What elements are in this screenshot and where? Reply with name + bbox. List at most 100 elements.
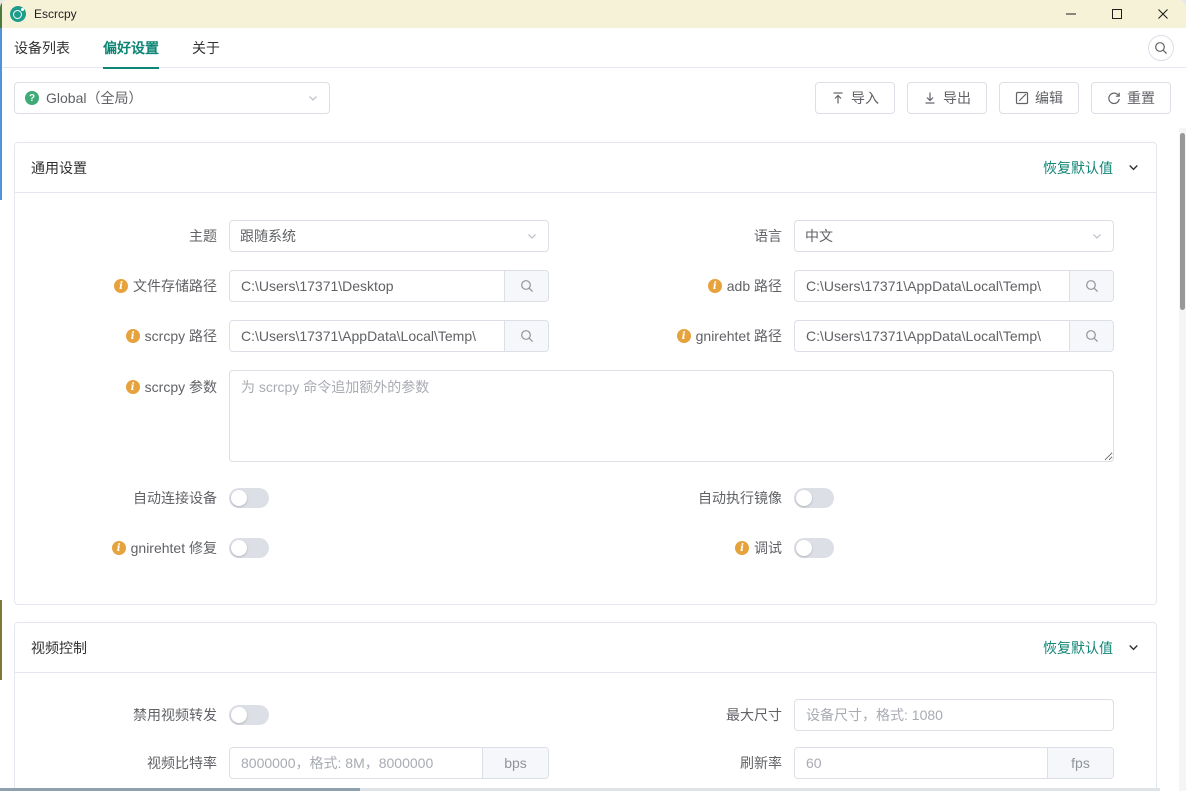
- scrcpy-args-label: scrcpy 参数: [15, 377, 229, 397]
- auto-connect-label: 自动连接设备: [15, 488, 229, 508]
- file-path-browse-button[interactable]: [504, 271, 548, 301]
- toggle-knob: [796, 540, 812, 556]
- scrollbar-thumb[interactable]: [1180, 133, 1185, 310]
- minimize-button[interactable]: [1048, 0, 1094, 28]
- preferences-toolbar: Global（全局） 导入 导出 编辑 重置: [0, 68, 1186, 114]
- search-icon: [520, 329, 534, 343]
- gnirehtet-path-input[interactable]: [795, 321, 1069, 351]
- fps-unit: fps: [1047, 748, 1113, 778]
- search-icon: [1085, 329, 1099, 343]
- vertical-scrollbar[interactable]: [1179, 128, 1186, 791]
- disable-video-toggle[interactable]: [229, 705, 269, 725]
- search-icon: [1085, 279, 1099, 293]
- language-select[interactable]: 中文: [794, 220, 1114, 252]
- toggle-knob: [796, 490, 812, 506]
- maximize-button[interactable]: [1094, 0, 1140, 28]
- theme-select[interactable]: 跟随系统: [229, 220, 549, 252]
- close-icon: [1157, 8, 1169, 20]
- theme-select-value: 跟随系统: [240, 226, 526, 246]
- theme-label: 主题: [15, 226, 229, 246]
- language-select-value: 中文: [805, 226, 1091, 246]
- question-icon: [25, 91, 39, 105]
- tab-preferences-label: 偏好设置: [103, 38, 159, 58]
- preferences-content: 通用设置 恢复默认值 主题 跟随系统: [0, 114, 1186, 791]
- auto-connect-toggle[interactable]: [229, 488, 269, 508]
- gnirehtet-fix-toggle[interactable]: [229, 538, 269, 558]
- fps-label: 刷新率: [580, 753, 794, 773]
- scrcpy-path-browse-button[interactable]: [504, 321, 548, 351]
- chevron-down-icon: [1091, 230, 1103, 242]
- maximize-icon: [1111, 8, 1123, 20]
- minimize-icon: [1065, 8, 1077, 20]
- tab-device-list-label: 设备列表: [14, 38, 70, 58]
- language-label: 语言: [580, 226, 794, 246]
- video-section-header: 视频控制 恢复默认值: [15, 623, 1156, 673]
- gnirehtet-path-browse-button[interactable]: [1069, 321, 1113, 351]
- tab-bar: 设备列表 偏好设置 关于: [0, 28, 1186, 68]
- general-section-header: 通用设置 恢复默认值: [15, 143, 1156, 193]
- auto-mirror-label: 自动执行镜像: [580, 488, 794, 508]
- debug-toggle[interactable]: [794, 538, 834, 558]
- gnirehtet-path-input-group: [794, 320, 1114, 352]
- video-restore-defaults-link[interactable]: 恢复默认值: [1043, 638, 1113, 658]
- scrcpy-args-textarea[interactable]: [229, 370, 1114, 462]
- info-icon: [735, 541, 749, 555]
- app-title: Escrcpy: [34, 7, 77, 21]
- general-collapse-chevron-icon[interactable]: [1127, 161, 1140, 174]
- import-button[interactable]: 导入: [815, 82, 895, 114]
- file-path-label: 文件存储路径: [15, 276, 229, 296]
- adb-path-label: adb 路径: [580, 276, 794, 296]
- fps-input-group: fps: [794, 747, 1114, 779]
- window-controls: [1048, 0, 1186, 28]
- search-icon: [520, 279, 534, 293]
- adb-path-input[interactable]: [795, 271, 1069, 301]
- scrcpy-path-input[interactable]: [230, 321, 504, 351]
- edit-icon: [1015, 91, 1029, 105]
- max-size-label: 最大尺寸: [580, 705, 794, 725]
- general-section-body: 主题 跟随系统 语言 中文: [15, 193, 1156, 604]
- general-section-title: 通用设置: [31, 158, 87, 178]
- close-button[interactable]: [1140, 0, 1186, 28]
- scope-select-value: Global（全局）: [46, 88, 307, 108]
- tab-about[interactable]: 关于: [192, 28, 220, 68]
- info-icon: [126, 329, 140, 343]
- section-general-settings: 通用设置 恢复默认值 主题 跟随系统: [14, 142, 1157, 605]
- info-icon: [126, 380, 140, 394]
- file-path-input[interactable]: [230, 271, 504, 301]
- reset-button[interactable]: 重置: [1091, 82, 1171, 114]
- title-bar: Escrcpy: [0, 0, 1186, 28]
- app-icon: [10, 6, 26, 22]
- fps-input[interactable]: [795, 748, 1047, 778]
- tab-preferences[interactable]: 偏好设置: [103, 28, 159, 68]
- chevron-down-icon: [526, 230, 538, 242]
- toggle-knob: [231, 490, 247, 506]
- toggle-knob: [231, 707, 247, 723]
- disable-video-label: 禁用视频转发: [15, 705, 229, 725]
- scope-select[interactable]: Global（全局）: [14, 82, 330, 114]
- edit-button[interactable]: 编辑: [999, 82, 1079, 114]
- edit-button-label: 编辑: [1035, 88, 1063, 108]
- auto-mirror-toggle[interactable]: [794, 488, 834, 508]
- gnirehtet-path-label: gnirehtet 路径: [580, 326, 794, 346]
- max-size-input[interactable]: [794, 699, 1114, 731]
- info-icon: [677, 329, 691, 343]
- tab-device-list[interactable]: 设备列表: [14, 28, 70, 68]
- chevron-down-icon: [307, 92, 319, 104]
- upload-icon: [831, 91, 845, 105]
- bitrate-input[interactable]: [230, 748, 482, 778]
- general-restore-defaults-link[interactable]: 恢复默认值: [1043, 158, 1113, 178]
- import-button-label: 导入: [851, 88, 879, 108]
- info-icon: [708, 279, 722, 293]
- scrcpy-path-label: scrcpy 路径: [15, 326, 229, 346]
- bitrate-unit: bps: [482, 748, 548, 778]
- search-button[interactable]: [1148, 35, 1174, 61]
- adb-path-browse-button[interactable]: [1069, 271, 1113, 301]
- video-section-body: 禁用视频转发 最大尺寸 视频比特率: [15, 673, 1156, 791]
- app-window: Escrcpy 设备列表 偏好设置 关于 Global（全局）: [0, 0, 1186, 791]
- export-button-label: 导出: [943, 88, 971, 108]
- gnirehtet-fix-label: gnirehtet 修复: [15, 538, 229, 558]
- export-button[interactable]: 导出: [907, 82, 987, 114]
- video-collapse-chevron-icon[interactable]: [1127, 641, 1140, 654]
- adb-path-input-group: [794, 270, 1114, 302]
- video-section-title: 视频控制: [31, 638, 87, 658]
